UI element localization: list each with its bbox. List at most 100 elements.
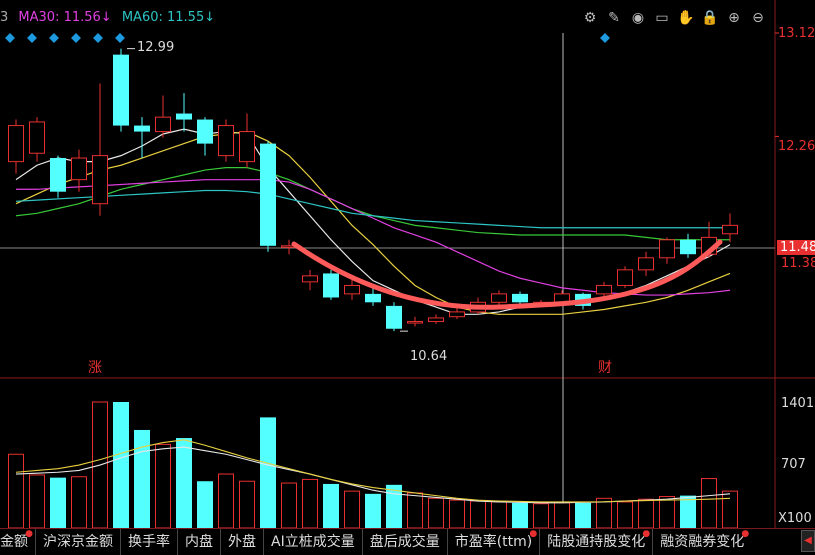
tab-pe-ttm-label: 市盈率(ttm)	[454, 534, 533, 550]
event-marker-zhang[interactable]: 涨	[88, 357, 102, 377]
candle-body-up	[659, 239, 675, 259]
tabs-scroll-button[interactable]: ◀	[801, 530, 815, 552]
volume-bar-up	[701, 478, 717, 528]
volume-bar-up	[71, 476, 87, 528]
tab-outer-label: 外盘	[228, 534, 256, 550]
tab-turnover[interactable]: 换手率	[121, 529, 178, 555]
volume-bar-up	[554, 502, 570, 528]
candle-body-down	[197, 119, 213, 144]
ma-line-ma60	[15, 189, 730, 229]
tab-dot: ●	[529, 529, 538, 539]
tab-inner-label: 内盘	[185, 534, 213, 550]
tab-dot: ●	[642, 529, 651, 539]
candle-body-up	[8, 125, 24, 163]
candle-body-up	[449, 311, 465, 318]
volume-bar-up	[302, 478, 318, 528]
volume-axis-unit: X100	[778, 511, 812, 526]
volume-bar-up	[638, 498, 654, 528]
price-axis-low: 11.38	[781, 256, 815, 271]
tab-margin[interactable]: 融资融券变化 ●	[653, 529, 751, 555]
tab-amount-label: 金额	[0, 534, 28, 550]
volume-bar-down	[323, 483, 339, 528]
diamond-marker	[115, 33, 125, 43]
candle-body-down	[680, 239, 696, 255]
volume-bar-up	[722, 490, 738, 528]
price-axis-top: 13.12	[778, 26, 815, 41]
zoom-in-icon[interactable]: ⊕	[724, 9, 744, 27]
layers-icon[interactable]: ▭	[652, 9, 672, 27]
high-annotation: 12.99	[137, 40, 175, 55]
volume-bar-up	[239, 480, 255, 528]
zoom-out-icon[interactable]: ⊖	[748, 9, 768, 27]
candle-body-up	[344, 284, 360, 295]
volume-bar-up	[29, 474, 45, 528]
volume-bar-down	[512, 502, 528, 528]
eye-icon[interactable]: ◉	[628, 9, 648, 27]
diamond-marker	[27, 33, 37, 43]
tab-inner[interactable]: 内盘	[178, 529, 221, 555]
volume-bar-up	[659, 496, 675, 528]
volume-axis-mid: 707	[781, 457, 806, 472]
candle-body-up	[407, 321, 423, 324]
diamond-marker	[93, 33, 103, 43]
gear-icon[interactable]: ⚙	[580, 9, 600, 27]
candle-body-down	[386, 305, 402, 329]
tab-ai-volume[interactable]: AI立桩成交量	[264, 529, 363, 555]
kline-chart[interactable]	[0, 0, 815, 528]
volume-bar-down	[113, 402, 129, 528]
candle-body-up	[155, 116, 171, 133]
candle-body-up	[638, 257, 654, 271]
candle-body-down	[323, 273, 339, 298]
candle-body-down	[260, 143, 276, 246]
price-axis-current: 11.48	[777, 240, 815, 255]
diamond-marker	[49, 33, 59, 43]
tab-after-hours[interactable]: 盘后成交量	[363, 529, 448, 555]
candle-body-down	[134, 125, 150, 132]
tab-market-amount-label: 沪深京金额	[43, 534, 113, 550]
diamond-marker	[71, 33, 81, 43]
tab-outer[interactable]: 外盘	[221, 529, 264, 555]
tab-dot: ●	[25, 529, 33, 539]
candle-body-down	[512, 293, 528, 303]
volume-axis-top: 1401	[781, 396, 815, 411]
volume-bar-up	[218, 473, 234, 528]
candle-body-up	[428, 317, 444, 323]
volume-bar-down	[50, 477, 66, 528]
volume-bar-down	[176, 438, 192, 528]
volume-bar-down	[197, 481, 213, 528]
volume-bar-up	[470, 500, 486, 528]
volume-bar-up	[8, 453, 24, 528]
candle-body-up	[722, 224, 738, 235]
candle-body-down	[113, 54, 129, 126]
candle-body-down	[176, 113, 192, 120]
tab-pe-ttm[interactable]: 市盈率(ttm) ●	[448, 529, 541, 555]
diamond-marker	[600, 33, 610, 43]
volume-bar-up	[533, 503, 549, 528]
tab-amount[interactable]: 金额 ●	[0, 529, 36, 555]
tab-northbound[interactable]: 陆股通持股变化 ●	[540, 529, 654, 555]
candle-body-up	[218, 125, 234, 157]
volume-bar-up	[617, 501, 633, 528]
tab-after-hours-label: 盘后成交量	[369, 534, 440, 550]
volume-bar-down	[260, 417, 276, 528]
low-annotation: 10.64	[410, 349, 448, 364]
legend-prefix: 3	[0, 10, 9, 25]
ma-legend: 3 MA30: 11.56↓ MA60: 11.55↓	[0, 10, 221, 25]
candle-body-up	[491, 293, 507, 303]
candle-body-up	[29, 121, 45, 154]
volume-bar-up	[281, 482, 297, 528]
pen-icon[interactable]: ✎	[604, 9, 624, 27]
event-marker-cai[interactable]: 财	[598, 357, 612, 377]
candle-body-up	[302, 275, 318, 283]
tab-northbound-label: 陆股通持股变化	[547, 534, 646, 550]
lock-icon[interactable]: 🔒	[700, 9, 720, 27]
tab-market-amount[interactable]: 沪深京金额	[36, 529, 121, 555]
candle-body-up	[596, 284, 612, 295]
volume-bar-down	[680, 495, 696, 528]
hand-icon[interactable]: ✋	[676, 9, 696, 27]
candle-body-up	[617, 269, 633, 286]
volume-bar-up	[596, 497, 612, 528]
volume-bar-down	[365, 493, 381, 528]
volume-bar-down	[134, 429, 150, 528]
volume-bar-up	[344, 490, 360, 528]
